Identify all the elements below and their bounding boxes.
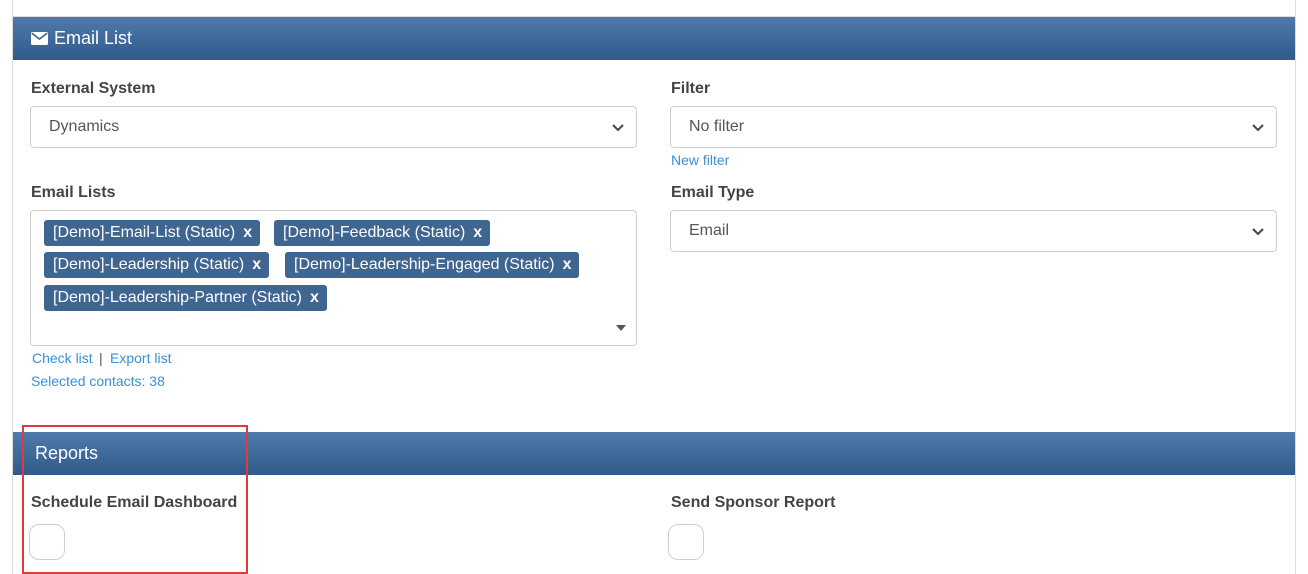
highlight-box — [22, 425, 248, 574]
remove-tag-icon[interactable]: x — [252, 256, 261, 274]
envelope-icon — [31, 32, 48, 45]
email-list-header: Email List — [13, 17, 1295, 60]
external-system-select[interactable]: Dynamics — [30, 106, 637, 148]
new-filter-link[interactable]: New filter — [671, 152, 729, 168]
external-system-value: Dynamics — [49, 118, 120, 135]
send-sponsor-report-label: Send Sponsor Report — [671, 494, 836, 511]
caret-down-icon[interactable] — [616, 325, 626, 331]
send-sponsor-report-toggle[interactable] — [668, 524, 704, 560]
filter-value: No filter — [689, 118, 745, 135]
email-list-title: Email List — [54, 28, 133, 48]
external-system-label: External System — [31, 80, 156, 97]
link-separator: | — [99, 350, 103, 366]
email-list-tag: [Demo]-Leadership-Engaged (Static) x — [285, 252, 580, 278]
remove-tag-icon[interactable]: x — [310, 289, 319, 307]
email-list-tag: [Demo]-Leadership-Partner (Static) x — [44, 285, 327, 311]
email-list-tag: [Demo]-Email-List (Static) x — [44, 220, 261, 246]
email-list-tag: [Demo]-Leadership (Static) x — [44, 252, 270, 278]
remove-tag-icon[interactable]: x — [563, 256, 572, 274]
chevron-down-icon — [612, 124, 624, 132]
remove-tag-icon[interactable]: x — [243, 224, 252, 242]
check-list-link[interactable]: Check list — [32, 350, 93, 366]
selected-contacts-count: Selected contacts: 38 — [31, 373, 165, 389]
filter-select[interactable]: No filter — [670, 106, 1277, 148]
email-type-select[interactable]: Email — [670, 210, 1277, 252]
export-list-link[interactable]: Export list — [110, 350, 171, 366]
email-list-tag: [Demo]-Feedback (Static) x — [274, 220, 491, 246]
email-lists-multiselect[interactable]: [Demo]-Email-List (Static) x [Demo]-Feed… — [30, 210, 637, 346]
email-type-value: Email — [689, 222, 730, 239]
chevron-down-icon — [1252, 124, 1264, 132]
remove-tag-icon[interactable]: x — [473, 224, 482, 242]
email-type-label: Email Type — [671, 184, 755, 201]
email-lists-label: Email Lists — [31, 184, 116, 201]
chevron-down-icon — [1252, 228, 1264, 236]
filter-label: Filter — [671, 80, 711, 97]
